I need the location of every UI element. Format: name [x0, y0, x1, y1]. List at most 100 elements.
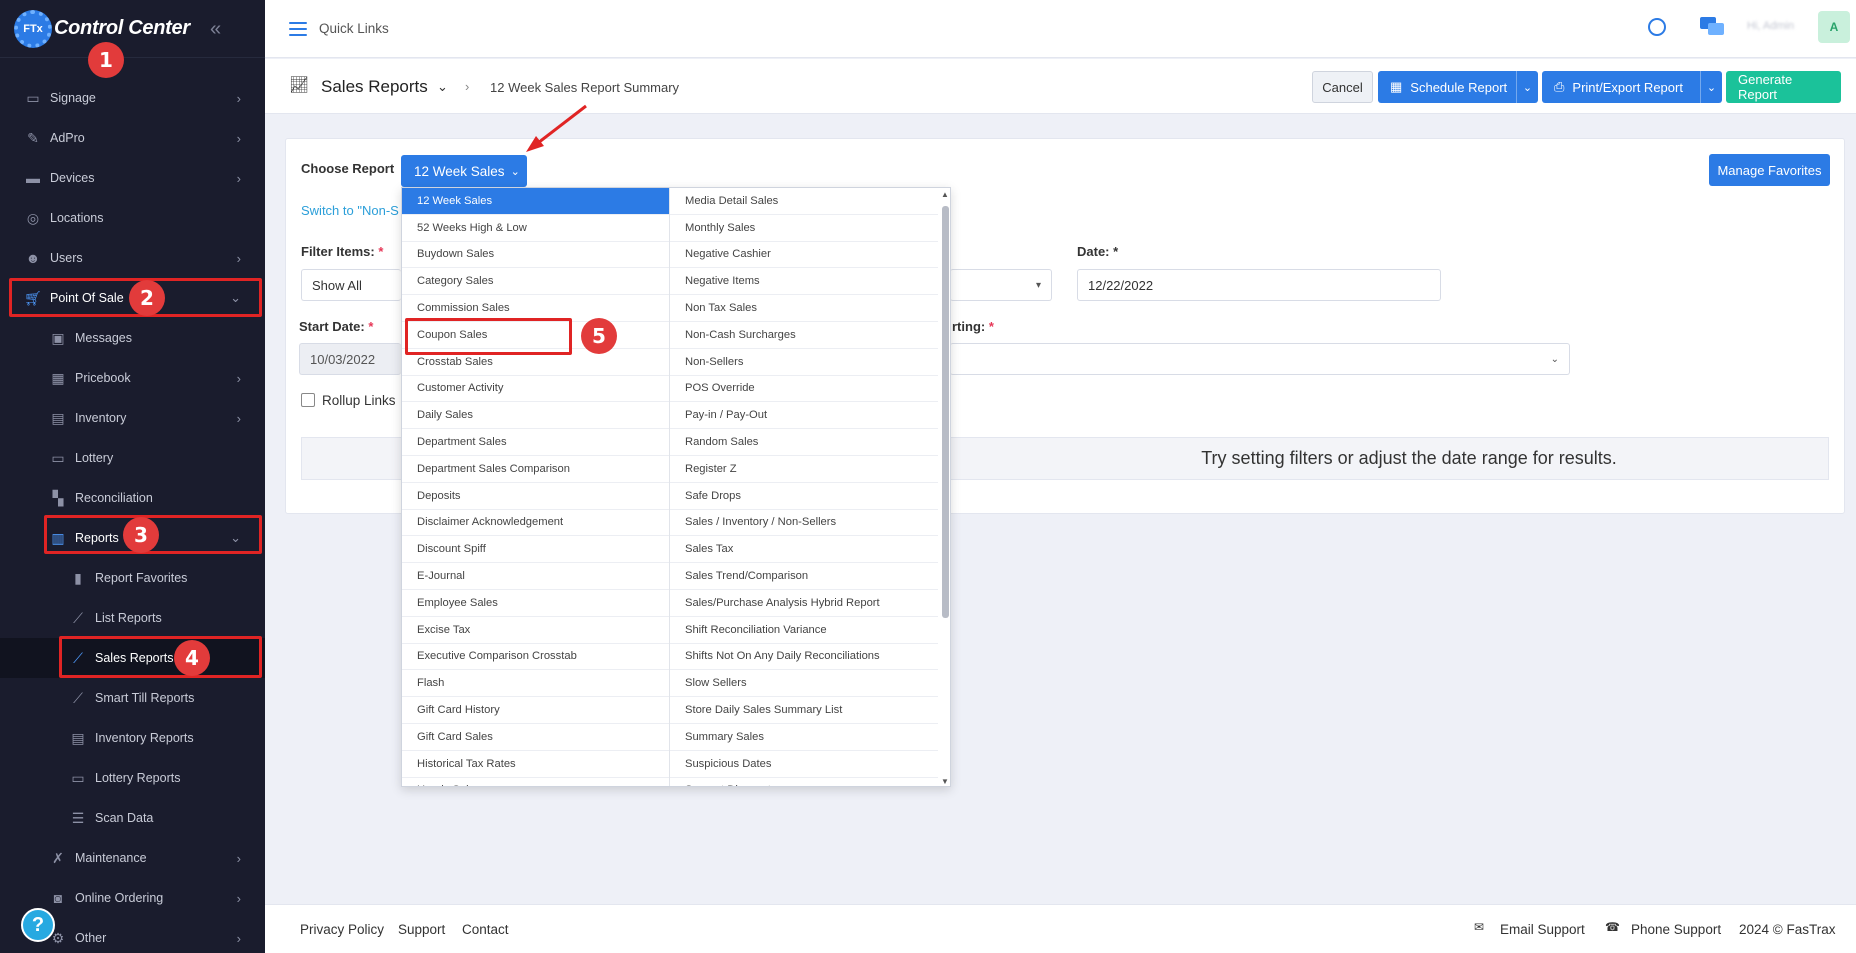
sidebar-item-reconciliation[interactable]: ▚ Reconciliation — [0, 478, 265, 518]
dropdown-option[interactable]: 12 Week Sales — [402, 188, 669, 215]
dropdown-option[interactable]: Excise Tax — [402, 617, 669, 644]
sidebar-item-sales-reports[interactable]: ⟋ Sales Reports — [0, 638, 265, 678]
rollup-links-checkbox[interactable] — [301, 393, 315, 407]
sidebar-item-inventory-reports[interactable]: ▤ Inventory Reports — [0, 718, 265, 758]
chat-icon[interactable] — [1700, 17, 1724, 37]
dropdown-option[interactable]: Monthly Sales — [670, 215, 938, 242]
cancel-button[interactable]: Cancel — [1312, 71, 1373, 103]
dropdown-option[interactable]: Support Discounts — [670, 778, 938, 786]
sidebar-item-adpro[interactable]: ✎ AdPro › — [0, 118, 265, 158]
sidebar-item-report-favorites[interactable]: ▮ Report Favorites — [0, 558, 265, 598]
scroll-down-icon[interactable]: ▼ — [941, 777, 949, 786]
manage-favorites-button[interactable]: Manage Favorites — [1709, 154, 1830, 186]
sidebar-item-lottery[interactable]: ▭ Lottery — [0, 438, 265, 478]
dropdown-option[interactable]: Shift Reconciliation Variance — [670, 617, 938, 644]
sidebar-item-messages[interactable]: ▣ Messages — [0, 318, 265, 358]
choose-report-dropdown[interactable]: 12 Week Sales ⌄ — [401, 155, 527, 187]
user-name[interactable]: Hi, Admin — [1747, 20, 1794, 32]
sidebar-item-list-reports[interactable]: ⟋ List Reports — [0, 598, 265, 638]
dropdown-option[interactable]: Flash — [402, 670, 669, 698]
dropdown-option[interactable]: Daily Sales — [402, 402, 669, 430]
start-date-input[interactable]: 10/03/2022 — [299, 343, 401, 375]
filter-items-select-end[interactable]: ▾ — [950, 269, 1052, 301]
dropdown-option[interactable]: Safe Drops — [670, 483, 938, 510]
dropdown-option[interactable]: Suspicious Dates — [670, 751, 938, 778]
dropdown-option[interactable]: Employee Sales — [402, 590, 669, 617]
sidebar-item-smart-till-reports[interactable]: ⟋ Smart Till Reports — [0, 678, 265, 718]
phone-support-link[interactable]: Phone Support — [1631, 922, 1721, 937]
dropdown-option[interactable]: Non-Sellers — [670, 349, 938, 376]
dropdown-option[interactable]: Sales Tax — [670, 536, 938, 564]
sidebar-item-inventory[interactable]: ▤ Inventory › — [0, 398, 265, 438]
dropdown-option[interactable]: Historical Tax Rates — [402, 751, 669, 778]
dropdown-option[interactable]: Gift Card History — [402, 697, 669, 724]
scroll-up-icon[interactable]: ▲ — [941, 190, 949, 199]
switch-non-sales-link[interactable]: Switch to "Non-S — [301, 203, 399, 218]
generate-report-button[interactable]: Generate Report — [1726, 71, 1841, 103]
dropdown-option[interactable]: Non Tax Sales — [670, 295, 938, 322]
dropdown-option[interactable]: 52 Weeks High & Low — [402, 215, 669, 242]
dropdown-option[interactable]: Discount Spiff — [402, 536, 669, 564]
dropdown-option[interactable]: Coupon Sales — [402, 322, 669, 349]
scrollbar-thumb[interactable] — [942, 206, 949, 618]
dropdown-option[interactable]: Sales / Inventory / Non-Sellers — [670, 510, 938, 537]
dropdown-option[interactable]: Hourly Sales — [402, 778, 669, 786]
dropdown-option[interactable]: Slow Sellers — [670, 670, 938, 698]
brand[interactable]: FTx Control Center — [0, 0, 265, 58]
dropdown-option[interactable]: Shifts Not On Any Daily Reconciliations — [670, 644, 938, 671]
dropdown-option[interactable]: Non-Cash Surcharges — [670, 322, 938, 349]
dropdown-option[interactable]: Sales Trend/Comparison — [670, 563, 938, 590]
support-link[interactable]: Support — [398, 922, 445, 937]
filter-items-select[interactable]: Show All — [301, 269, 401, 301]
email-support-link[interactable]: Email Support — [1500, 922, 1585, 937]
dropdown-option[interactable]: Deposits — [402, 483, 669, 510]
sidebar-item-maintenance[interactable]: ✗ Maintenance › — [0, 838, 265, 878]
dropdown-option[interactable]: Pay-in / Pay-Out — [670, 402, 938, 430]
dropdown-option[interactable]: Disclaimer Acknowledgement — [402, 510, 669, 537]
dropdown-option[interactable]: Negative Items — [670, 268, 938, 296]
dropdown-option[interactable]: Crosstab Sales — [402, 349, 669, 376]
sidebar-item-signage[interactable]: ▭ Signage › — [0, 78, 265, 118]
dropdown-option[interactable]: Department Sales — [402, 429, 669, 456]
privacy-policy-link[interactable]: Privacy Policy — [300, 922, 384, 937]
dropdown-option[interactable]: Sales/Purchase Analysis Hybrid Report — [670, 590, 938, 617]
dropdown-option[interactable]: Gift Card Sales — [402, 724, 669, 751]
chevron-down-icon[interactable]: ⌄ — [1516, 71, 1538, 103]
dropdown-option[interactable]: POS Override — [670, 376, 938, 403]
contact-link[interactable]: Contact — [462, 922, 509, 937]
collapse-sidebar-icon[interactable]: « — [210, 18, 221, 41]
schedule-report-button[interactable]: ▦ Schedule Report ⌄ — [1378, 71, 1538, 103]
date-input[interactable]: 12/22/2022 — [1077, 269, 1441, 301]
dropdown-option[interactable]: E-Journal — [402, 563, 669, 590]
help-button[interactable]: ? — [21, 908, 55, 942]
dropdown-option[interactable]: Register Z — [670, 456, 938, 483]
search-icon[interactable] — [1648, 18, 1666, 36]
rollup-links-label[interactable]: Rollup Links — [322, 393, 396, 408]
chevron-down-icon[interactable]: ⌄ — [1700, 71, 1722, 103]
chevron-down-icon[interactable]: ⌄ — [437, 79, 448, 95]
sidebar-item-lottery-reports[interactable]: ▭ Lottery Reports — [0, 758, 265, 798]
avatar[interactable]: A — [1818, 11, 1850, 43]
dropdown-option[interactable]: Buydown Sales — [402, 242, 669, 269]
quick-links[interactable]: Quick Links — [319, 21, 389, 36]
dropdown-option[interactable]: Negative Cashier — [670, 242, 938, 269]
sidebar-item-scan-data[interactable]: ☰ Scan Data — [0, 798, 265, 838]
dropdown-option[interactable]: Summary Sales — [670, 724, 938, 751]
print-export-button[interactable]: ⎙ Print/Export Report ⌄ — [1542, 71, 1722, 103]
dropdown-option[interactable]: Executive Comparison Crosstab — [402, 644, 669, 671]
dropdown-scrollbar[interactable]: ▲ ▼ — [938, 188, 950, 786]
sorting-select[interactable]: ⌄ — [950, 343, 1570, 375]
page-title[interactable]: Sales Reports — [321, 77, 428, 97]
sidebar-item-users[interactable]: ☻ Users › — [0, 238, 265, 278]
dropdown-option[interactable]: Random Sales — [670, 429, 938, 456]
dropdown-option[interactable]: Commission Sales — [402, 295, 669, 322]
sidebar-item-locations[interactable]: ◎ Locations — [0, 198, 265, 238]
dropdown-option[interactable]: Media Detail Sales — [670, 188, 938, 215]
sidebar-item-pricebook[interactable]: ▦ Pricebook › — [0, 358, 265, 398]
dropdown-option[interactable]: Department Sales Comparison — [402, 456, 669, 483]
dropdown-option[interactable]: Customer Activity — [402, 376, 669, 403]
sidebar-item-devices[interactable]: ▬ Devices › — [0, 158, 265, 198]
dropdown-option[interactable]: Category Sales — [402, 268, 669, 296]
quick-links-icon[interactable] — [289, 21, 307, 36]
dropdown-option[interactable]: Store Daily Sales Summary List — [670, 697, 938, 724]
